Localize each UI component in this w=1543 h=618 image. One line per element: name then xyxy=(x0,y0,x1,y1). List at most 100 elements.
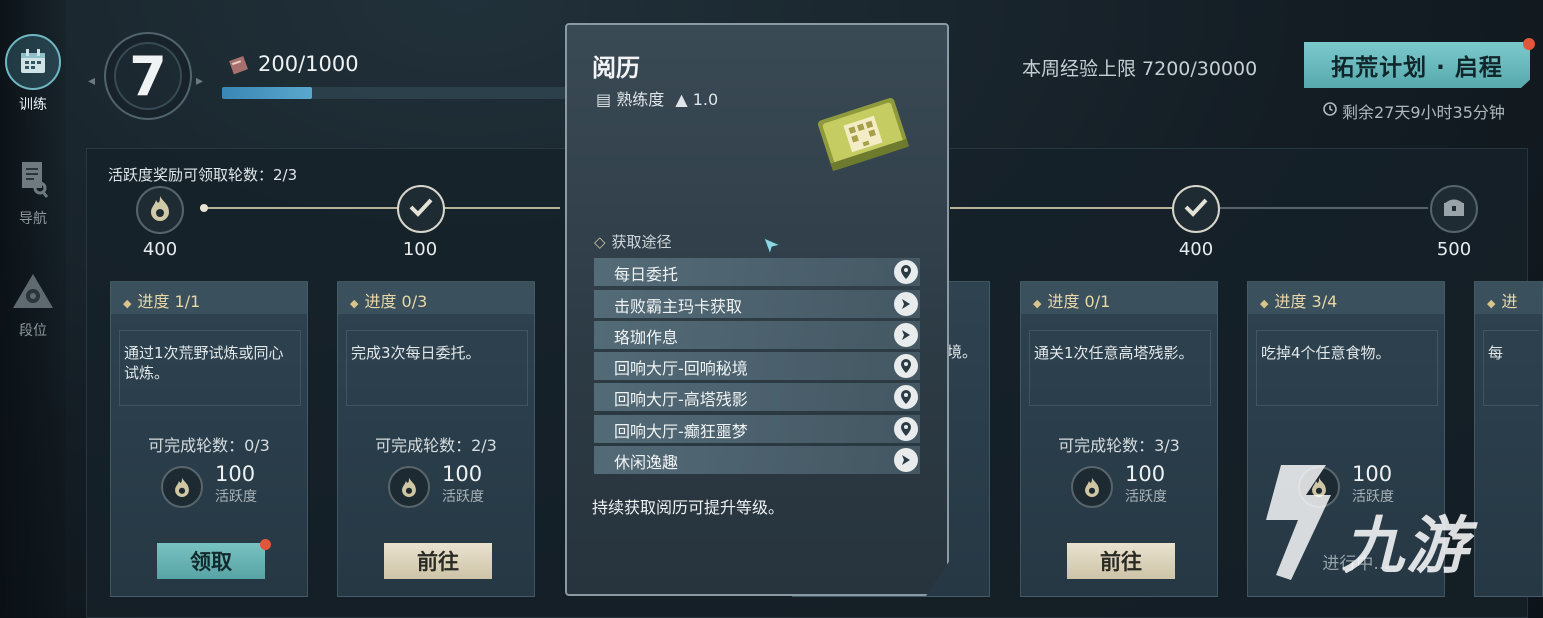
card-progress: ◆ 进度 0/3 xyxy=(338,282,534,314)
bell-icon: ▲ xyxy=(675,90,688,109)
acquire-source-label: 回响大厅-癫狂噩梦 xyxy=(614,422,748,441)
card-description: 通过1次荒野试炼或同心试炼。 xyxy=(119,330,301,406)
acquire-source-row[interactable]: 回响大厅-回响秘境 xyxy=(594,352,920,380)
acquire-source-row[interactable]: 珞珈作息 xyxy=(594,321,920,349)
card-reward: 100 活跃度 xyxy=(161,462,291,510)
card-progress: ◆ 进度 0/1 xyxy=(1021,282,1217,314)
acquire-source-row[interactable]: 击败霸主玛卡获取 xyxy=(594,290,920,318)
progress-track xyxy=(1220,207,1428,209)
acquire-section-label: 获取途径 xyxy=(611,233,672,251)
diamond-icon: ◆ xyxy=(1487,297,1496,310)
weekly-exp-limit: 本周经验上限 7200/30000 xyxy=(1022,58,1258,80)
acquire-source-label: 回响大厅-回响秘境 xyxy=(614,359,748,378)
milestone-value: 500 xyxy=(1436,239,1472,260)
arrow-icon[interactable] xyxy=(894,448,918,472)
go-button[interactable]: 前往 xyxy=(1067,543,1175,579)
nav-label-training: 训练 xyxy=(19,97,47,113)
milestone-node[interactable] xyxy=(397,185,445,233)
card-rounds: 可完成轮数：0/3 xyxy=(148,436,270,455)
arrow-icon[interactable] xyxy=(894,292,918,316)
nav-item-training[interactable]: 训练 xyxy=(0,34,66,114)
map-pin-icon[interactable] xyxy=(894,417,918,441)
clock-icon xyxy=(1322,101,1338,121)
task-card[interactable]: ◆ 进度 0/1 通关1次任意高塔残影。 可完成轮数：3/3 100 活跃度 前往 xyxy=(1020,281,1218,597)
pioneer-plan-label: 拓荒计划 · 启程 xyxy=(1331,55,1503,81)
milestone-node[interactable] xyxy=(1172,185,1220,233)
card-progress: ◆ 进度 3/4 xyxy=(1248,282,1444,314)
watermark: 九游 xyxy=(1236,455,1506,590)
diamond-icon: ◆ xyxy=(123,297,132,310)
tooltip-footer: 持续获取阅历可提升等级。 xyxy=(592,498,785,517)
xp-progress-fill xyxy=(222,87,312,99)
level-badge: 7 xyxy=(104,32,192,120)
milestone-node[interactable] xyxy=(1430,185,1478,233)
reward-amount: 100 xyxy=(1125,462,1166,486)
nav-item-navigation[interactable]: 导航 xyxy=(0,160,66,228)
card-description: 完成3次每日委托。 xyxy=(346,330,528,406)
progress-track xyxy=(950,207,1172,209)
card-description: 吃掉4个任意食物。 xyxy=(1256,330,1438,406)
pioneer-plan-button[interactable]: 拓荒计划 · 启程 xyxy=(1304,42,1530,88)
tooltip-proficiency: ▤ 熟练度 ▲ 1.0 xyxy=(596,86,718,110)
reward-label: 活跃度 xyxy=(215,489,257,505)
diamond-icon: ◇ xyxy=(594,233,606,251)
proficiency-value: 1.0 xyxy=(692,90,719,109)
go-button-label: 前往 xyxy=(1100,550,1142,574)
tooltip-title: 阅历 xyxy=(592,54,640,82)
map-pin-icon[interactable] xyxy=(894,354,918,378)
map-pin-icon[interactable] xyxy=(894,260,918,284)
arrow-icon[interactable] xyxy=(894,323,918,347)
go-button-label: 前往 xyxy=(417,550,459,574)
card-progress-text: 进度 0/1 xyxy=(1047,292,1111,311)
card-rounds: 可完成轮数：2/3 xyxy=(375,436,497,455)
book-icon xyxy=(228,54,250,80)
map-pin-icon[interactable] xyxy=(894,385,918,409)
watermark-logo-icon xyxy=(1266,465,1331,580)
milestone-node[interactable] xyxy=(136,186,184,234)
track-marker xyxy=(200,204,208,212)
flame-icon xyxy=(388,466,430,508)
flame-icon xyxy=(147,194,173,226)
card-description: 通关1次任意高塔残影。 xyxy=(1029,330,1211,406)
chest-icon xyxy=(1441,195,1467,223)
rank-triangle-icon xyxy=(0,272,66,316)
document-search-icon xyxy=(0,160,66,204)
task-card[interactable]: ◆ 进度 0/3 完成3次每日委托。 可完成轮数：2/3 100 活跃度 前往 xyxy=(337,281,535,597)
diamond-icon: ◆ xyxy=(350,297,359,310)
progress-track xyxy=(200,207,560,209)
acquire-source-label: 每日委托 xyxy=(614,265,679,284)
proficiency-label: 熟练度 xyxy=(616,90,665,109)
chevron-left-icon: ◂ xyxy=(88,73,96,89)
acquire-source-row[interactable]: 每日委托 xyxy=(594,258,920,286)
nav-item-rank[interactable]: 段位 xyxy=(0,272,66,340)
reward-amount: 100 xyxy=(442,462,483,486)
nav-label-rank: 段位 xyxy=(19,323,47,339)
acquire-source-row[interactable]: 休闲逸趣 xyxy=(594,446,920,474)
card-progress: ◆ 进度 1/1 xyxy=(111,282,307,314)
card-reward: 100 活跃度 xyxy=(388,462,518,510)
task-card[interactable]: ◆ 进度 1/1 通过1次荒野试炼或同心试炼。 可完成轮数：0/3 100 活跃度… xyxy=(110,281,308,597)
acquire-section-title: ◇ 获取途径 xyxy=(594,231,672,252)
time-remaining: 剩余27天9小时35分钟 xyxy=(1342,103,1505,122)
acquire-source-row[interactable]: 回响大厅-癫狂噩梦 xyxy=(594,415,920,443)
acquire-source-label: 回响大厅-高塔残影 xyxy=(614,390,748,409)
go-button[interactable]: 前往 xyxy=(384,543,492,579)
check-icon xyxy=(1183,196,1209,222)
briefcase-icon: ▤ xyxy=(596,90,612,109)
milestone-value: 400 xyxy=(1178,239,1214,260)
nav-label-navigation: 导航 xyxy=(19,211,47,227)
card-progress-text: 进度 1/1 xyxy=(137,292,201,311)
acquire-source-label: 珞珈作息 xyxy=(614,328,679,347)
flame-icon xyxy=(1071,466,1113,508)
notification-dot xyxy=(260,539,271,550)
milestone-value: 400 xyxy=(142,239,178,260)
claim-button[interactable]: 领取 xyxy=(157,539,271,579)
notification-dot xyxy=(1523,38,1535,50)
card-progress-text: 进度 0/3 xyxy=(364,292,428,311)
acquire-source-label: 击败霸主玛卡获取 xyxy=(614,297,743,316)
reward-amount: 100 xyxy=(215,462,256,486)
acquire-source-row[interactable]: 回响大厅-高塔残影 xyxy=(594,383,920,411)
card-progress-text: 进度 3/4 xyxy=(1274,292,1338,311)
reward-rounds-title: 活跃度奖励可领取轮数：2/3 xyxy=(108,166,298,184)
cursor-icon xyxy=(762,236,782,260)
